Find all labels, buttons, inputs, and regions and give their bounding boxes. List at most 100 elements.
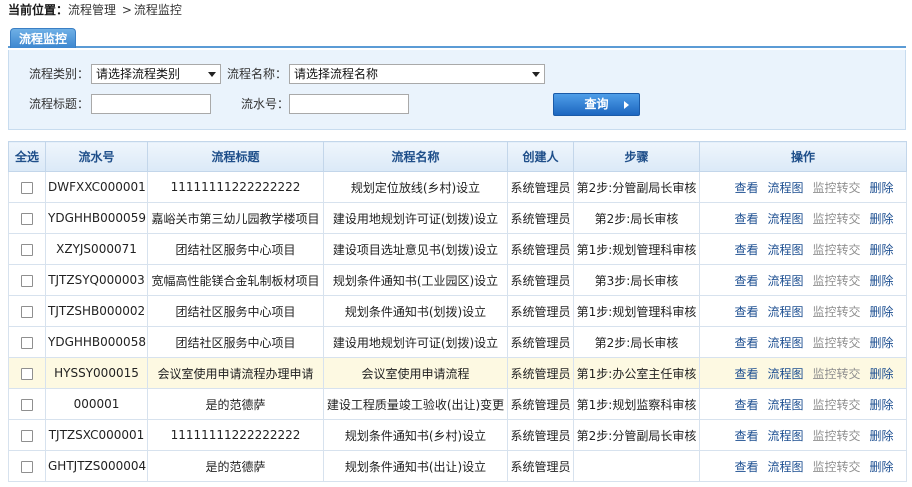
process-name-cell: 会议室使用申请流程 [323,357,508,389]
serial-number-cell: YDGHHB000059 [45,202,148,234]
serial-number-input[interactable] [289,94,409,114]
creator-cell: 系统管理员 [507,233,574,265]
breadcrumb-item-process-management[interactable]: 流程管理 [68,3,116,17]
creator-cell: 系统管理员 [507,419,574,451]
step-cell [573,450,700,482]
view-link[interactable]: 查看 [734,429,758,443]
process-name-cell: 建设用地规划许可证(划拨)设立 [323,202,508,234]
row-select-cell [8,202,46,234]
table-row: YDGHHB000058 团结社区服务中心项目 建设用地规划许可证(划拨)设立 系统管… [8,326,907,358]
table-row: YDGHHB000059 嘉峪关市第三幼儿园教学楼项目 建设用地规划许可证(划拨)设… [8,202,907,234]
process-name-cell: 建设用地规划许可证(划拨)设立 [323,326,508,358]
view-link[interactable]: 查看 [734,336,758,350]
flowchart-link[interactable]: 流程图 [767,398,803,412]
select-all-header[interactable]: 全选 [8,141,46,172]
process-title-input[interactable] [91,94,211,114]
row-checkbox[interactable] [21,460,33,473]
step-cell: 第2步:分管副局长审核 [573,171,700,203]
process-title-cell: 11111111222222222 [147,171,324,203]
breadcrumb-item-process-monitor: 流程监控 [133,3,182,17]
row-select-cell [8,388,46,420]
flowchart-link[interactable]: 流程图 [767,305,803,319]
operations-cell: 查看 流程图 监控转交 删除 [699,171,907,203]
arrow-right-icon [624,101,629,109]
operations-cell: 查看 流程图 监控转交 删除 [699,295,907,327]
row-checkbox[interactable] [21,398,33,411]
row-select-cell [8,357,46,389]
creator-cell: 系统管理员 [507,202,574,234]
delete-link[interactable]: 删除 [870,243,894,257]
creator-cell: 系统管理员 [507,295,574,327]
creator-cell: 系统管理员 [507,357,574,389]
delete-link[interactable]: 删除 [870,305,894,319]
serial-number-cell: HYSSY000015 [45,357,148,389]
delete-link[interactable]: 删除 [870,429,894,443]
operations-cell: 查看 流程图 监控转交 删除 [699,202,907,234]
serial-number-cell: TJTZSHB000002 [45,295,148,327]
delete-link[interactable]: 删除 [870,398,894,412]
step-cell: 第3步:局长审核 [573,264,700,296]
delete-link[interactable]: 删除 [870,460,894,474]
category-select-value: 请选择流程类别 [96,67,181,81]
delete-link[interactable]: 删除 [870,274,894,288]
monitor-transfer-link[interactable]: 监控转交 [813,305,861,319]
process-name-cell: 规划条件通知书(划拨)设立 [323,295,508,327]
row-checkbox[interactable] [21,336,33,349]
view-link[interactable]: 查看 [734,212,758,226]
process-title-cell: 团结社区服务中心项目 [147,233,324,265]
serial-number-cell: GHTJTZS000004 [45,450,148,482]
process-name-select-value: 请选择流程名称 [294,67,379,81]
view-link[interactable]: 查看 [734,460,758,474]
row-select-cell [8,171,46,203]
monitor-transfer-link[interactable]: 监控转交 [813,243,861,257]
row-checkbox[interactable] [21,274,33,287]
flowchart-link[interactable]: 流程图 [767,243,803,257]
monitor-transfer-link[interactable]: 监控转交 [813,367,861,381]
view-link[interactable]: 查看 [734,274,758,288]
view-link[interactable]: 查看 [734,367,758,381]
table-row: GHTJTZS000004 是的范德萨 规划条件通知书(出让)设立 系统管理员 查看 流程… [8,450,907,482]
monitor-transfer-link[interactable]: 监控转交 [813,398,861,412]
delete-link[interactable]: 删除 [870,367,894,381]
monitor-transfer-link[interactable]: 监控转交 [813,460,861,474]
tab-process-monitor[interactable]: 流程监控 [10,28,77,48]
delete-link[interactable]: 删除 [870,336,894,350]
row-checkbox[interactable] [21,243,33,256]
monitor-transfer-link[interactable]: 监控转交 [813,429,861,443]
delete-link[interactable]: 删除 [870,181,894,195]
flowchart-link[interactable]: 流程图 [767,274,803,288]
flowchart-link[interactable]: 流程图 [767,367,803,381]
row-checkbox[interactable] [21,305,33,318]
monitor-transfer-link[interactable]: 监控转交 [813,336,861,350]
tab-bar: 流程监控 [8,28,906,48]
flowchart-link[interactable]: 流程图 [767,212,803,226]
row-select-cell [8,295,46,327]
operations-cell: 查看 流程图 监控转交 删除 [699,357,907,389]
category-select[interactable]: 请选择流程类别 [91,64,221,84]
row-checkbox[interactable] [21,212,33,225]
row-checkbox[interactable] [21,181,33,194]
process-title-cell: 团结社区服务中心项目 [147,326,324,358]
view-link[interactable]: 查看 [734,243,758,257]
row-select-cell [8,450,46,482]
view-link[interactable]: 查看 [734,398,758,412]
delete-link[interactable]: 删除 [870,212,894,226]
process-name-select[interactable]: 请选择流程名称 [289,64,545,84]
category-label: 流程类别： [29,67,90,81]
flowchart-link[interactable]: 流程图 [767,181,803,195]
step-cell: 第2步:分管副局长审核 [573,419,700,451]
view-link[interactable]: 查看 [734,181,758,195]
monitor-transfer-link[interactable]: 监控转交 [813,212,861,226]
creator-cell: 系统管理员 [507,388,574,420]
row-checkbox[interactable] [21,429,33,442]
query-button[interactable]: 查询 [553,93,640,116]
process-title-cell: 嘉峪关市第三幼儿园教学楼项目 [147,202,324,234]
view-link[interactable]: 查看 [734,305,758,319]
flowchart-link[interactable]: 流程图 [767,429,803,443]
step-cell: 第2步:局长审核 [573,202,700,234]
monitor-transfer-link[interactable]: 监控转交 [813,181,861,195]
monitor-transfer-link[interactable]: 监控转交 [813,274,861,288]
row-checkbox[interactable] [21,367,33,380]
flowchart-link[interactable]: 流程图 [767,336,803,350]
flowchart-link[interactable]: 流程图 [767,460,803,474]
